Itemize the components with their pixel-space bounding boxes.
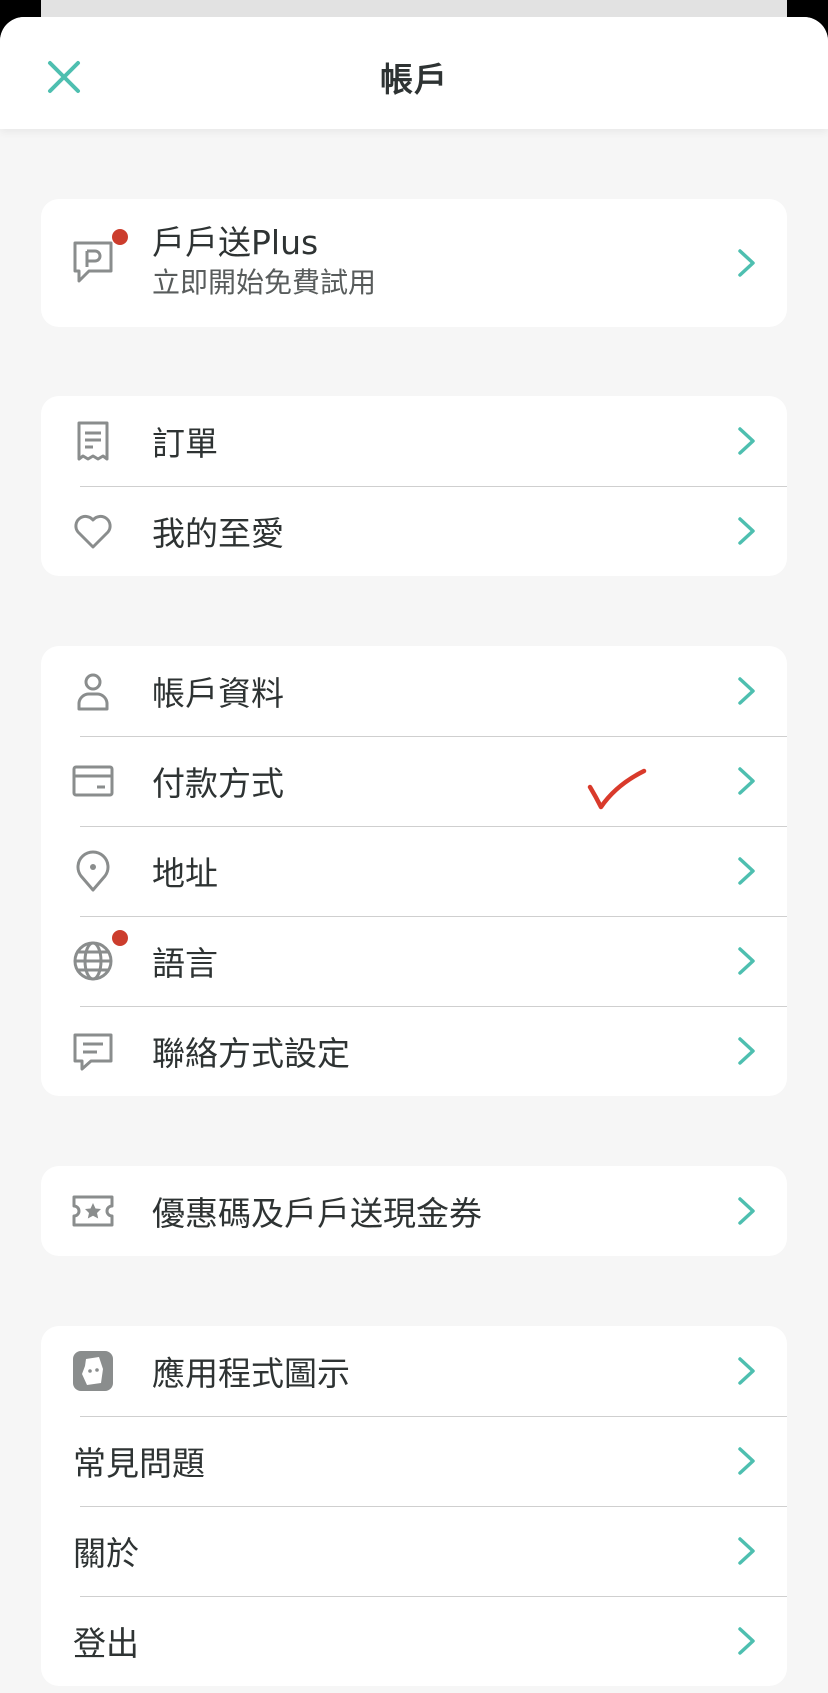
- plus-title: 戶戶送Plus: [152, 223, 319, 262]
- menu-item-favourites[interactable]: 我的至愛: [41, 486, 787, 576]
- menu-item-label: 語言: [152, 944, 218, 983]
- menu-item-address[interactable]: 地址: [41, 826, 787, 916]
- menu-item-account-info[interactable]: 帳戶資料: [41, 646, 787, 736]
- header-bar: 帳戶: [0, 17, 828, 129]
- chevron-right-icon: [734, 516, 760, 546]
- menu-item-label: 地址: [152, 854, 218, 893]
- plus-subtitle: 立即開始免費試用: [152, 266, 377, 299]
- menu-item-label: 帳戶資料: [152, 674, 284, 713]
- chevron-right-icon: [734, 946, 760, 976]
- globe-icon: [71, 939, 115, 983]
- menu-item-app-icon[interactable]: 應用程式圖示: [41, 1326, 787, 1416]
- chat-bubble-icon: [71, 1029, 115, 1073]
- notification-badge: [112, 930, 128, 946]
- receipt-icon: [71, 419, 115, 463]
- chevron-right-icon: [734, 426, 760, 456]
- voucher-ticket-icon: [71, 1189, 115, 1233]
- chevron-right-icon: [734, 1036, 760, 1066]
- menu-item-logout[interactable]: 登出: [41, 1596, 787, 1686]
- menu-item-label: 應用程式圖示: [152, 1354, 350, 1393]
- heart-icon: [71, 509, 115, 553]
- menu-item-label: 付款方式: [152, 764, 284, 803]
- page-title: 帳戶: [380, 60, 448, 99]
- menu-item-contact-settings[interactable]: 聯絡方式設定: [41, 1006, 787, 1096]
- menu-item-label: 登出: [73, 1624, 139, 1663]
- menu-item-language[interactable]: 語言: [41, 916, 787, 1006]
- chevron-right-icon: [734, 766, 760, 796]
- menu-item-label: 訂單: [152, 424, 218, 463]
- chevron-right-icon: [734, 1446, 760, 1476]
- menu-item-payment-methods[interactable]: 付款方式: [41, 736, 787, 826]
- chevron-right-icon: [734, 856, 760, 886]
- account-sheet: 帳戶 戶戶送Plus 立即開始免費試用 訂單 我的至愛 帳戶資料 付款方式 地址…: [0, 17, 828, 1693]
- chevron-right-icon: [734, 676, 760, 706]
- chevron-right-icon: [734, 1536, 760, 1566]
- menu-item-faq[interactable]: 常見問題: [41, 1416, 787, 1506]
- notification-badge: [112, 229, 128, 245]
- red-checkmark-icon: [587, 768, 647, 810]
- menu-item-orders[interactable]: 訂單: [41, 396, 787, 486]
- location-pin-icon: [71, 849, 115, 893]
- menu-item-vouchers[interactable]: 優惠碼及戶戶送現金券: [41, 1166, 787, 1256]
- plus-subscription-icon: [71, 239, 115, 283]
- account-card: 帳戶資料 付款方式 地址 語言 聯絡方式設定: [41, 646, 787, 1096]
- chevron-right-icon: [734, 1356, 760, 1386]
- chevron-right-icon: [734, 1196, 760, 1226]
- vouchers-card: 優惠碼及戶戶送現金券: [41, 1166, 787, 1256]
- orders-card: 訂單 我的至愛: [41, 396, 787, 576]
- menu-item-label: 常見問題: [73, 1444, 205, 1483]
- plus-card: 戶戶送Plus 立即開始免費試用: [41, 199, 787, 327]
- plus-subscription-row[interactable]: 戶戶送Plus 立即開始免費試用: [41, 199, 787, 327]
- menu-item-about[interactable]: 關於: [41, 1506, 787, 1596]
- app-logo-icon: [71, 1349, 115, 1393]
- chevron-right-icon: [734, 248, 760, 278]
- misc-card: 應用程式圖示 常見問題 關於 登出: [41, 1326, 787, 1686]
- credit-card-icon: [71, 759, 115, 803]
- menu-item-label: 我的至愛: [152, 514, 284, 553]
- menu-item-label: 優惠碼及戶戶送現金券: [152, 1194, 482, 1233]
- person-icon: [71, 669, 115, 713]
- menu-item-label: 關於: [73, 1534, 139, 1573]
- menu-item-label: 聯絡方式設定: [152, 1034, 350, 1073]
- chevron-right-icon: [734, 1626, 760, 1656]
